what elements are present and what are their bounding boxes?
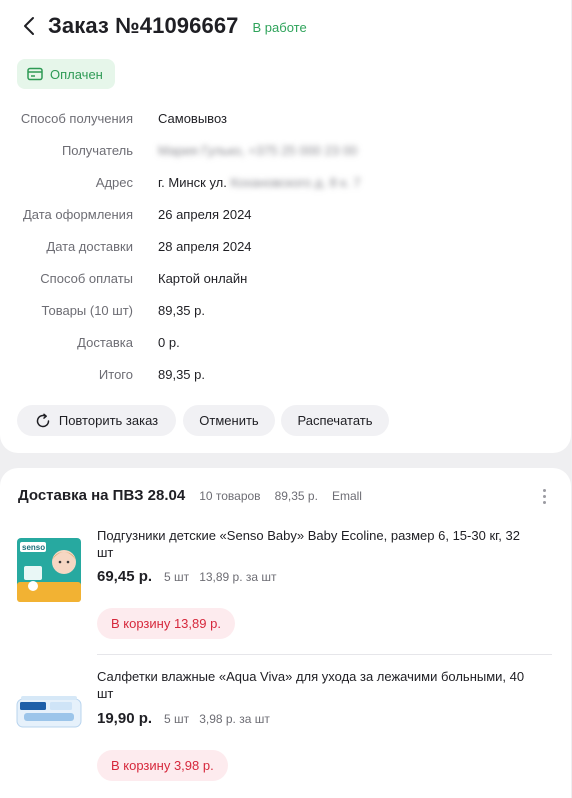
detail-row-address: Адрес г. Минск ул. Кохановского д. 8 к. … — [0, 175, 560, 195]
repeat-order-button[interactable]: Повторить заказ — [17, 405, 176, 436]
detail-row-total: Итого 89,35 р. — [0, 367, 560, 387]
print-order-button[interactable]: Распечатать — [281, 405, 389, 436]
order-header: Заказ №41096667 В работе — [20, 12, 307, 40]
product-image-wipes[interactable] — [16, 693, 82, 731]
detail-value: 26 апреля 2024 — [158, 207, 252, 222]
delivery-card — [0, 468, 571, 798]
detail-label: Получатель — [61, 143, 133, 158]
detail-row-delivery-date: Дата доставки 28 апреля 2024 — [0, 239, 560, 259]
detail-label: Дата доставки — [46, 239, 133, 254]
detail-row-payment-method: Способ оплаты Картой онлайн — [0, 271, 560, 291]
detail-value-redacted: Мария Гулько, +375 25 000 23 00 — [158, 143, 358, 158]
product-price: 69,45 р. — [97, 568, 153, 585]
more-dot — [542, 500, 546, 504]
detail-value: 89,35 р. — [158, 303, 205, 318]
delivery-items-count: 10 товаров — [199, 489, 261, 503]
detail-label: Товары (10 шт) — [41, 303, 133, 318]
address-visible-part: г. Минск ул. — [158, 175, 231, 190]
chevron-left-icon — [24, 17, 34, 35]
detail-row-goods: Товары (10 шт) 89,35 р. — [0, 303, 560, 323]
detail-row-order-date: Дата оформления 26 апреля 2024 — [0, 207, 560, 227]
product-quantity: 5 шт — [164, 712, 190, 726]
diapers-package-icon: senso — [17, 538, 81, 602]
product-quantity: 5 шт — [164, 570, 190, 584]
more-options-button[interactable] — [538, 487, 550, 505]
detail-row-recipient: Получатель Мария Гулько, +375 25 000 23 … — [0, 143, 560, 163]
detail-label: Способ получения — [20, 111, 133, 126]
add-to-cart-label: В корзину 13,89 р. — [111, 616, 221, 631]
add-to-cart-button[interactable]: В корзину 3,98 р. — [97, 750, 228, 781]
delivery-sum: 89,35 р. — [274, 489, 318, 503]
product-price-row: 69,45 р. 5 шт 13,89 р. за шт — [97, 568, 277, 585]
detail-label: Дата оформления — [22, 207, 133, 222]
product-name-diapers[interactable]: Подгузники детские «Senso Baby» Baby Eco… — [97, 527, 537, 561]
cancel-order-label: Отменить — [199, 413, 259, 428]
payment-status-badge: Оплачен — [17, 59, 115, 89]
detail-label: Итого — [98, 367, 133, 382]
wipes-package-icon — [16, 696, 82, 728]
detail-value: Самовывоз — [158, 111, 227, 126]
payment-badge-label: Оплачен — [50, 66, 103, 82]
detail-row-receipt-method: Способ получения Самовывоз — [0, 111, 560, 131]
product-unit-price: 3,98 р. за шт — [199, 712, 270, 726]
delivery-provider: Emall — [331, 489, 362, 503]
delivery-header: Доставка на ПВЗ 28.04 10 товаров 89,35 р… — [18, 487, 362, 505]
more-dot — [542, 494, 546, 498]
detail-value: 28 апреля 2024 — [158, 239, 252, 254]
repeat-icon — [36, 413, 50, 427]
product-image-diapers[interactable]: senso — [16, 536, 82, 604]
more-dots-icon — [542, 488, 546, 492]
detail-row-delivery-cost: Доставка 0 р. — [0, 335, 560, 355]
detail-value: 0 р. — [158, 335, 180, 350]
cancel-order-button[interactable]: Отменить — [183, 405, 275, 436]
detail-label: Доставка — [77, 335, 133, 350]
address-redacted-part: Кохановского д. 8 к. 7 — [230, 175, 361, 190]
add-to-cart-button[interactable]: В корзину 13,89 р. — [97, 608, 235, 639]
delivery-title: Доставка на ПВЗ 28.04 — [18, 487, 186, 504]
product-unit-price: 13,89 р. за шт — [199, 570, 277, 584]
order-status: В работе — [252, 19, 307, 35]
detail-value: г. Минск ул. Кохановского д. 8 к. 7 — [158, 175, 361, 190]
detail-label: Способ оплаты — [40, 271, 133, 286]
back-button[interactable] — [20, 14, 38, 38]
add-to-cart-label: В корзину 3,98 р. — [111, 758, 214, 773]
detail-value: Картой онлайн — [158, 271, 248, 286]
repeat-order-label: Повторить заказ — [58, 413, 159, 428]
product-price: 19,90 р. — [97, 710, 153, 727]
wallet-icon — [27, 67, 43, 81]
print-order-label: Распечатать — [297, 413, 373, 428]
product-name-wipes[interactable]: Салфетки влажные «Aqua Viva» для ухода з… — [97, 668, 537, 702]
detail-label: Адрес — [95, 175, 133, 190]
diapers-brand-text: senso — [22, 543, 45, 552]
page-title: Заказ №41096667 — [48, 13, 239, 38]
detail-value: 89,35 р. — [158, 367, 205, 382]
product-price-row: 19,90 р. 5 шт 3,98 р. за шт — [97, 710, 270, 727]
product-divider — [97, 654, 552, 655]
